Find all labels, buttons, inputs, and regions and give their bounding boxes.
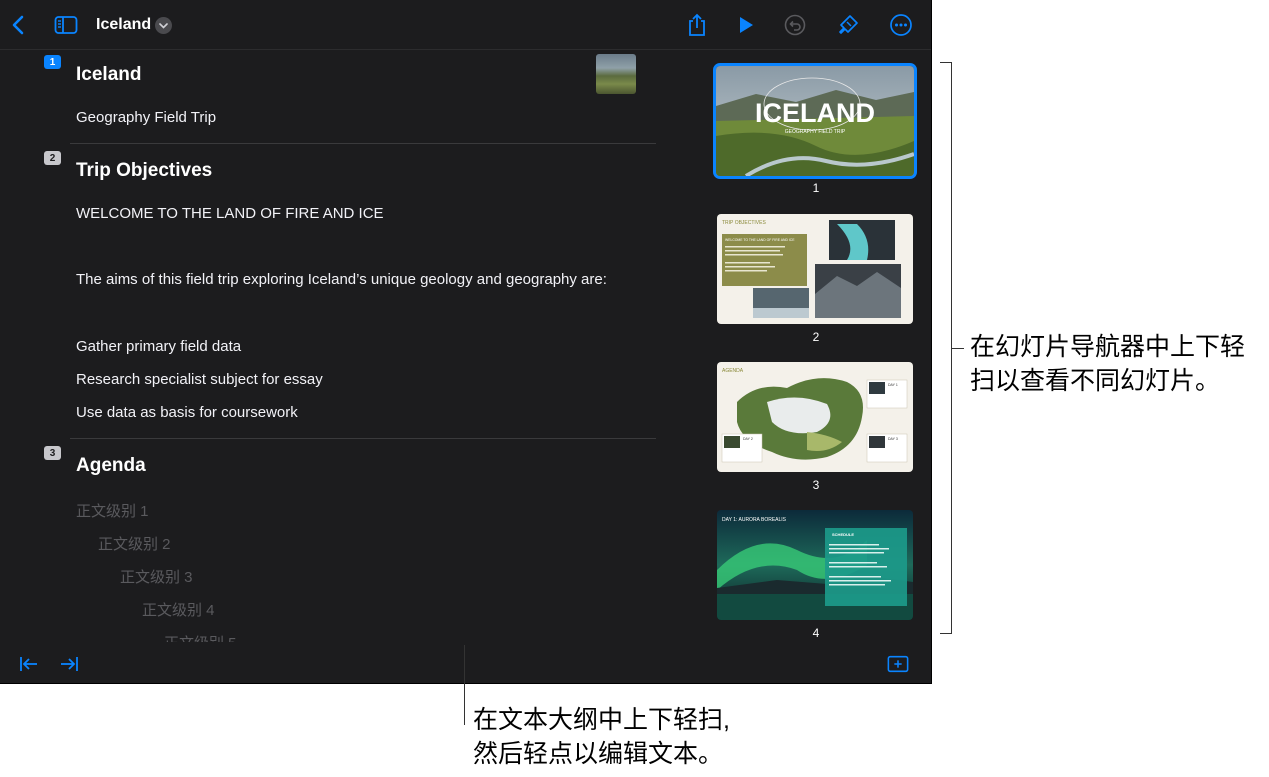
sidebar-icon[interactable]	[52, 11, 80, 39]
bottom-toolbar	[0, 642, 931, 683]
share-icon[interactable]	[683, 11, 711, 39]
slide-number-label: 2	[812, 330, 820, 344]
thumb-title: ICELAND	[755, 98, 875, 128]
outline-body-text[interactable]: Use data as basis for coursework	[76, 404, 298, 421]
thumb-box-text: WELCOME TO THE LAND OF FIRE AND ICE	[725, 238, 795, 242]
play-icon[interactable]	[732, 11, 760, 39]
thumb-box-title: SCHEDULE	[832, 532, 854, 537]
outline-slide-title[interactable]: Agenda	[76, 455, 146, 477]
outdent-icon[interactable]	[18, 653, 40, 675]
thumb-day: DAY 3	[888, 437, 898, 441]
body-placeholder[interactable]: 正文级别 4	[142, 599, 215, 620]
indent-icon[interactable]	[58, 653, 80, 675]
undo-icon[interactable]	[781, 11, 809, 39]
thumb-header: TRIP OBJECTIVES	[722, 220, 766, 226]
slide-navigator[interactable]: ICELAND GEOGRAPHY FIELD TRIP 1 TRIP OBJE…	[700, 50, 931, 642]
paintbrush-icon[interactable]	[834, 11, 862, 39]
slide-number-badge: 2	[44, 151, 61, 165]
slide-number-label: 1	[812, 181, 820, 195]
outline-body-text[interactable]: Gather primary field data	[76, 338, 241, 355]
outline-body-text[interactable]: Research specialist subject for essay	[76, 371, 323, 388]
slide-thumbnail-4[interactable]: DAY 1: AURORA BOREALIS SCHEDULE	[717, 510, 913, 620]
callout-leader-line	[464, 645, 465, 725]
document-title[interactable]: Iceland	[96, 16, 151, 34]
keynote-ipad-window: Iceland 1 Iceland Geography Field Trip 2…	[0, 0, 932, 684]
ellipsis-icon[interactable]	[887, 11, 915, 39]
slide-number-badge: 1	[44, 55, 61, 69]
slide-divider	[70, 438, 656, 439]
slide-thumbnail-1[interactable]: ICELAND GEOGRAPHY FIELD TRIP	[713, 63, 917, 179]
body-placeholder[interactable]: 正文级别 5	[164, 632, 237, 642]
add-slide-icon[interactable]	[887, 653, 909, 675]
thumb-header: DAY 1: AURORA BOREALIS	[722, 517, 787, 523]
outline-body-text[interactable]: The aims of this field trip exploring Ic…	[76, 271, 607, 288]
callout-navigator: 在幻灯片导航器中上下轻扫以查看不同幻灯片。	[970, 333, 1246, 395]
thumb-subtitle: GEOGRAPHY FIELD TRIP	[785, 129, 846, 135]
toolbar: Iceland	[0, 0, 931, 50]
thumb-day: DAY 2	[743, 437, 753, 441]
thumb-day: DAY 1	[888, 383, 898, 387]
slide-image-thumbnail[interactable]	[596, 54, 636, 94]
body-placeholder[interactable]: 正文级别 1	[76, 500, 149, 521]
bracket-tick	[952, 348, 964, 349]
outline-body-text[interactable]: Geography Field Trip	[76, 109, 216, 126]
thumb-header: AGENDA	[722, 368, 744, 374]
navigator-bracket	[940, 62, 952, 634]
outline-body-text[interactable]: WELCOME TO THE LAND OF FIRE AND ICE	[76, 205, 384, 222]
outline-slide-title[interactable]: Trip Objectives	[76, 160, 212, 182]
callout-outline-line2: 然后轻点以编辑文本。	[473, 740, 724, 768]
slide-divider	[70, 143, 656, 144]
slide-number-badge: 3	[44, 446, 61, 460]
body-placeholder[interactable]: 正文级别 3	[120, 566, 193, 587]
callout-outline-line1: 在文本大纲中上下轻扫,	[473, 706, 730, 734]
text-outline[interactable]: 1 Iceland Geography Field Trip 2 Trip Ob…	[0, 50, 700, 642]
body-placeholder[interactable]: 正文级别 2	[98, 533, 171, 554]
chevron-left-icon[interactable]	[4, 11, 32, 39]
slide-thumbnail-2[interactable]: TRIP OBJECTIVES WELCOME TO THE LAND OF F…	[717, 214, 913, 324]
outline-slide-title[interactable]: Iceland	[76, 64, 141, 86]
slide-number-label: 3	[812, 478, 820, 492]
callout-outline: 在文本大纲中上下轻扫, 然后轻点以编辑文本。	[473, 703, 730, 771]
slide-number-label: 4	[812, 626, 820, 640]
slide-thumbnail-3[interactable]: AGENDA DAY 1 DAY 2 DAY 3	[717, 362, 913, 472]
chevron-down-icon[interactable]	[155, 17, 172, 34]
